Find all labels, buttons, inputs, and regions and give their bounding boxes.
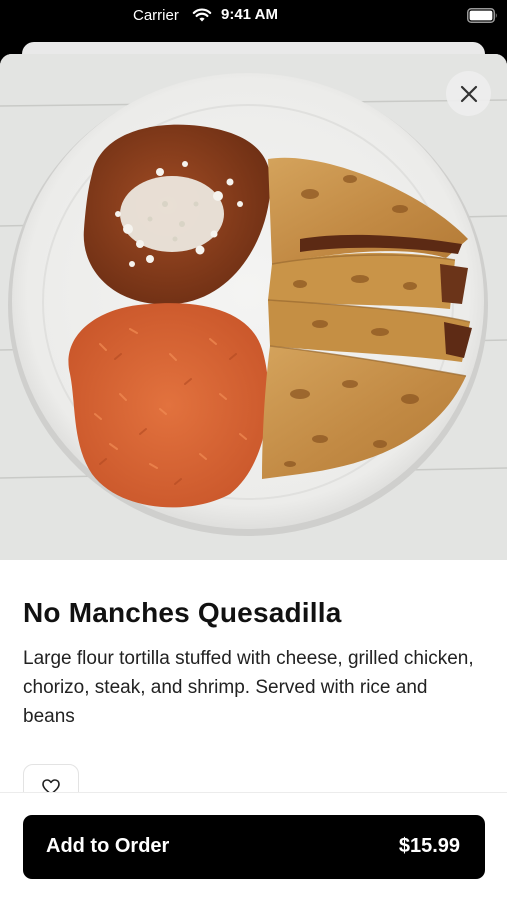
order-footer: Add to Order $15.99 (0, 792, 507, 900)
battery-icon (467, 8, 497, 23)
item-detail-sheet: No Manches Quesadilla Large flour tortil… (0, 54, 507, 900)
carrier-label: Carrier (133, 7, 179, 24)
price-label: $15.99 (398, 835, 460, 857)
add-to-order-button[interactable]: Add to Order $15.99 (23, 815, 485, 879)
close-button[interactable] (446, 71, 491, 116)
status-bar: Carrier 9:41 AM (0, 0, 507, 32)
wifi-icon (192, 8, 212, 22)
item-description: Large flour tortilla stuffed with cheese… (23, 648, 474, 727)
add-to-order-label: Add to Order (46, 835, 170, 857)
close-icon (460, 85, 477, 102)
clock: 9:41 AM (221, 6, 278, 23)
quesadilla-plate-photo (0, 54, 507, 560)
item-title: No Manches Quesadilla (23, 597, 342, 628)
